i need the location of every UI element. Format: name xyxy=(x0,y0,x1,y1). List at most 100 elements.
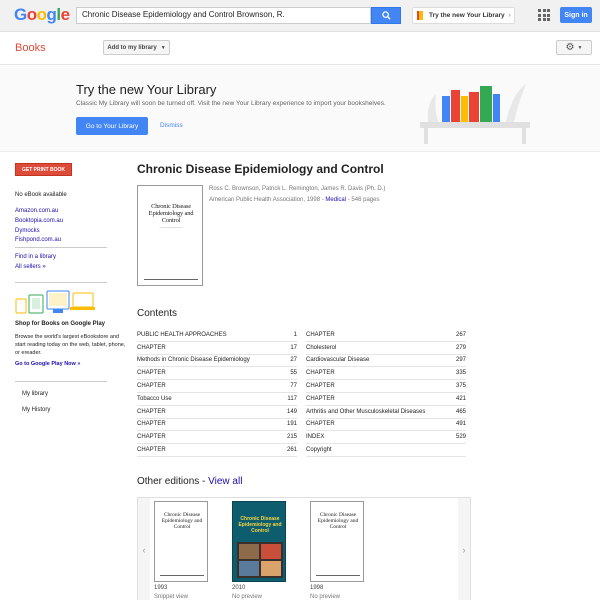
chapter-title: CHAPTER xyxy=(137,344,166,351)
chapter-title: CHAPTER xyxy=(306,421,335,428)
publisher-text: American Public Health Association, 1998… xyxy=(209,197,326,203)
contents-row[interactable]: Cardiovascular Disease 297 xyxy=(306,355,466,368)
store-link[interactable]: Amazon.com.au xyxy=(15,207,63,217)
chapter-title: CHAPTER xyxy=(137,370,166,377)
contents-heading: Contents xyxy=(137,308,178,319)
divider xyxy=(15,282,107,283)
contents-row[interactable]: CHAPTER 215 xyxy=(137,431,297,445)
dismiss-link[interactable]: Dismiss xyxy=(160,122,183,129)
chapter-title: CHAPTER xyxy=(137,421,166,428)
books-title[interactable]: Books xyxy=(15,42,46,54)
contents-row[interactable]: Tobacco Use 117 xyxy=(137,393,297,406)
chapter-page: 77 xyxy=(290,383,297,390)
contents-row[interactable]: CHAPTER 77 xyxy=(137,380,297,393)
contents-row[interactable]: Methods in Chronic Disease Epidemiology 2… xyxy=(137,355,297,368)
contents-row[interactable]: CHAPTER 55 xyxy=(137,367,297,381)
my-history-link[interactable]: My History xyxy=(22,407,50,413)
view-all-link[interactable]: View all xyxy=(208,476,242,487)
contents-row[interactable]: Copyright xyxy=(306,444,466,457)
search-input[interactable]: Chronic Disease Epidemiology and Control… xyxy=(76,7,371,24)
contents-row[interactable]: Arthritis and Other Musculoskeletal Dise… xyxy=(306,406,466,419)
go-to-library-button[interactable]: Go to Your Library xyxy=(76,117,148,135)
try-library-button[interactable]: Try the new Your Library › xyxy=(412,7,515,24)
contents-row[interactable]: CHAPTER 261 xyxy=(137,444,297,457)
promo-text: Classic My Library will soon be turned o… xyxy=(76,100,386,107)
library-promo-banner: Try the new Your Library Classic My Libr… xyxy=(0,66,600,152)
carousel-prev-button[interactable]: ‹ xyxy=(138,498,150,600)
book-cover[interactable]: Chronic Disease Epidemiology and Control… xyxy=(137,185,203,286)
contents-row[interactable]: INDEX 529 xyxy=(306,431,466,445)
contents-row[interactable]: Cholesterol 279 xyxy=(306,342,466,355)
store-links: Amazon.com.au Booktopia.com.au Dymocks F… xyxy=(15,207,63,246)
contents-row[interactable]: CHAPTER 421 xyxy=(306,393,466,406)
search-icon xyxy=(381,11,391,20)
store-link[interactable]: Dymocks xyxy=(15,227,63,237)
chapter-page: 335 xyxy=(455,370,466,377)
contents-row[interactable]: PUBLIC HEALTH APPROACHES 1 xyxy=(137,329,297,342)
chapter-page: 261 xyxy=(286,447,297,454)
edition-cover[interactable]: Chronic Disease Epidemiology and Control xyxy=(154,501,208,582)
store-link[interactable]: Fishpond.com.au xyxy=(15,236,63,246)
shop-title: Shop for Books on Google Play xyxy=(15,321,106,327)
top-bar: Google Chronic Disease Epidemiology and … xyxy=(0,0,600,32)
find-in-library-link[interactable]: Find in a library xyxy=(15,253,56,263)
try-library-label: Try the new Your Library xyxy=(429,12,505,19)
my-library-link[interactable]: My library xyxy=(22,391,48,397)
apps-grid-icon[interactable] xyxy=(538,9,550,21)
library-book-icon xyxy=(417,11,423,20)
add-to-library-button[interactable]: Add to my library ▼ xyxy=(103,40,170,55)
chapter-title: Tobacco Use xyxy=(137,395,172,402)
get-print-book-button[interactable]: GET PRINT BOOK xyxy=(15,163,72,176)
store-link[interactable]: Booktopia.com.au xyxy=(15,217,63,227)
chapter-title: CHAPTER xyxy=(306,331,335,338)
edition-cover[interactable]: Chronic Disease Epidemiology and Control xyxy=(310,501,364,582)
edition-year: 1998 xyxy=(310,585,324,591)
divider xyxy=(15,381,107,382)
cover-title: Chronic Disease Epidemiology and Control xyxy=(148,203,194,224)
chapter-page: 1 xyxy=(293,331,297,338)
page-count: - 546 pages xyxy=(346,197,380,203)
chapter-title: CHAPTER xyxy=(137,447,166,454)
chapter-title: CHAPTER xyxy=(306,395,335,402)
settings-button[interactable]: ⚙ ▼ xyxy=(556,40,592,55)
google-logo[interactable]: Google xyxy=(14,5,70,25)
contents-row[interactable]: CHAPTER 17 xyxy=(137,342,297,355)
chapter-title: Methods in Chronic Disease Epidemiology xyxy=(137,357,250,364)
chapter-title: Arthritis and Other Musculoskeletal Dise… xyxy=(306,408,426,415)
chapter-title: INDEX xyxy=(306,434,325,441)
chapter-title: Cardiovascular Disease xyxy=(306,357,370,364)
edition-status: No preview xyxy=(232,594,263,600)
all-sellers-link[interactable]: All sellers » xyxy=(15,263,56,273)
contents-row[interactable]: CHAPTER 491 xyxy=(306,419,466,432)
chapter-page: 215 xyxy=(286,434,297,441)
chapter-page: 279 xyxy=(455,344,466,351)
contents-row[interactable]: CHAPTER 335 xyxy=(306,367,466,381)
chapter-title: Cholesterol xyxy=(306,344,337,351)
edition-status: Snippet view xyxy=(154,594,189,600)
chapter-page: 375 xyxy=(455,383,466,390)
cover-photo-collage xyxy=(237,542,283,578)
contents-row[interactable]: CHAPTER 149 xyxy=(137,406,297,419)
divider xyxy=(15,247,107,248)
carousel-next-button[interactable]: › xyxy=(458,498,470,600)
editions-carousel: ‹ › Chronic Disease Epidemiology and Con… xyxy=(137,497,471,600)
contents-row[interactable]: CHAPTER 375 xyxy=(306,380,466,393)
dropdown-arrow-icon: ▼ xyxy=(577,44,583,51)
chapter-title: CHAPTER xyxy=(137,408,166,415)
category-link[interactable]: Medical xyxy=(325,197,346,203)
chapter-page: 191 xyxy=(286,421,297,428)
contents-list-right: CHAPTER 267 Cholesterol 279 Cardiovascular… xyxy=(306,329,466,457)
cover-subtitle-lines: ───────────── xyxy=(159,226,183,229)
search-button[interactable] xyxy=(371,7,401,24)
book-authors: Ross C. Brownson, Patrick L. Remington, … xyxy=(209,186,386,192)
contents-list-left: PUBLIC HEALTH APPROACHES 1 CHAPTER 17 Meth… xyxy=(137,329,297,457)
contents-row[interactable]: CHAPTER 267 xyxy=(306,329,466,342)
chapter-page: 149 xyxy=(286,408,297,415)
chevron-right-icon: › xyxy=(462,544,466,555)
google-play-link[interactable]: Go to Google Play Now » xyxy=(15,361,80,367)
no-ebook-text: No eBook available xyxy=(15,192,67,198)
promo-title: Try the new Your Library xyxy=(76,82,217,97)
sign-in-button[interactable]: Sign in xyxy=(560,7,592,23)
edition-cover[interactable]: Chronic Disease Epidemiology and Control xyxy=(232,501,286,582)
contents-row[interactable]: CHAPTER 191 xyxy=(137,419,297,432)
